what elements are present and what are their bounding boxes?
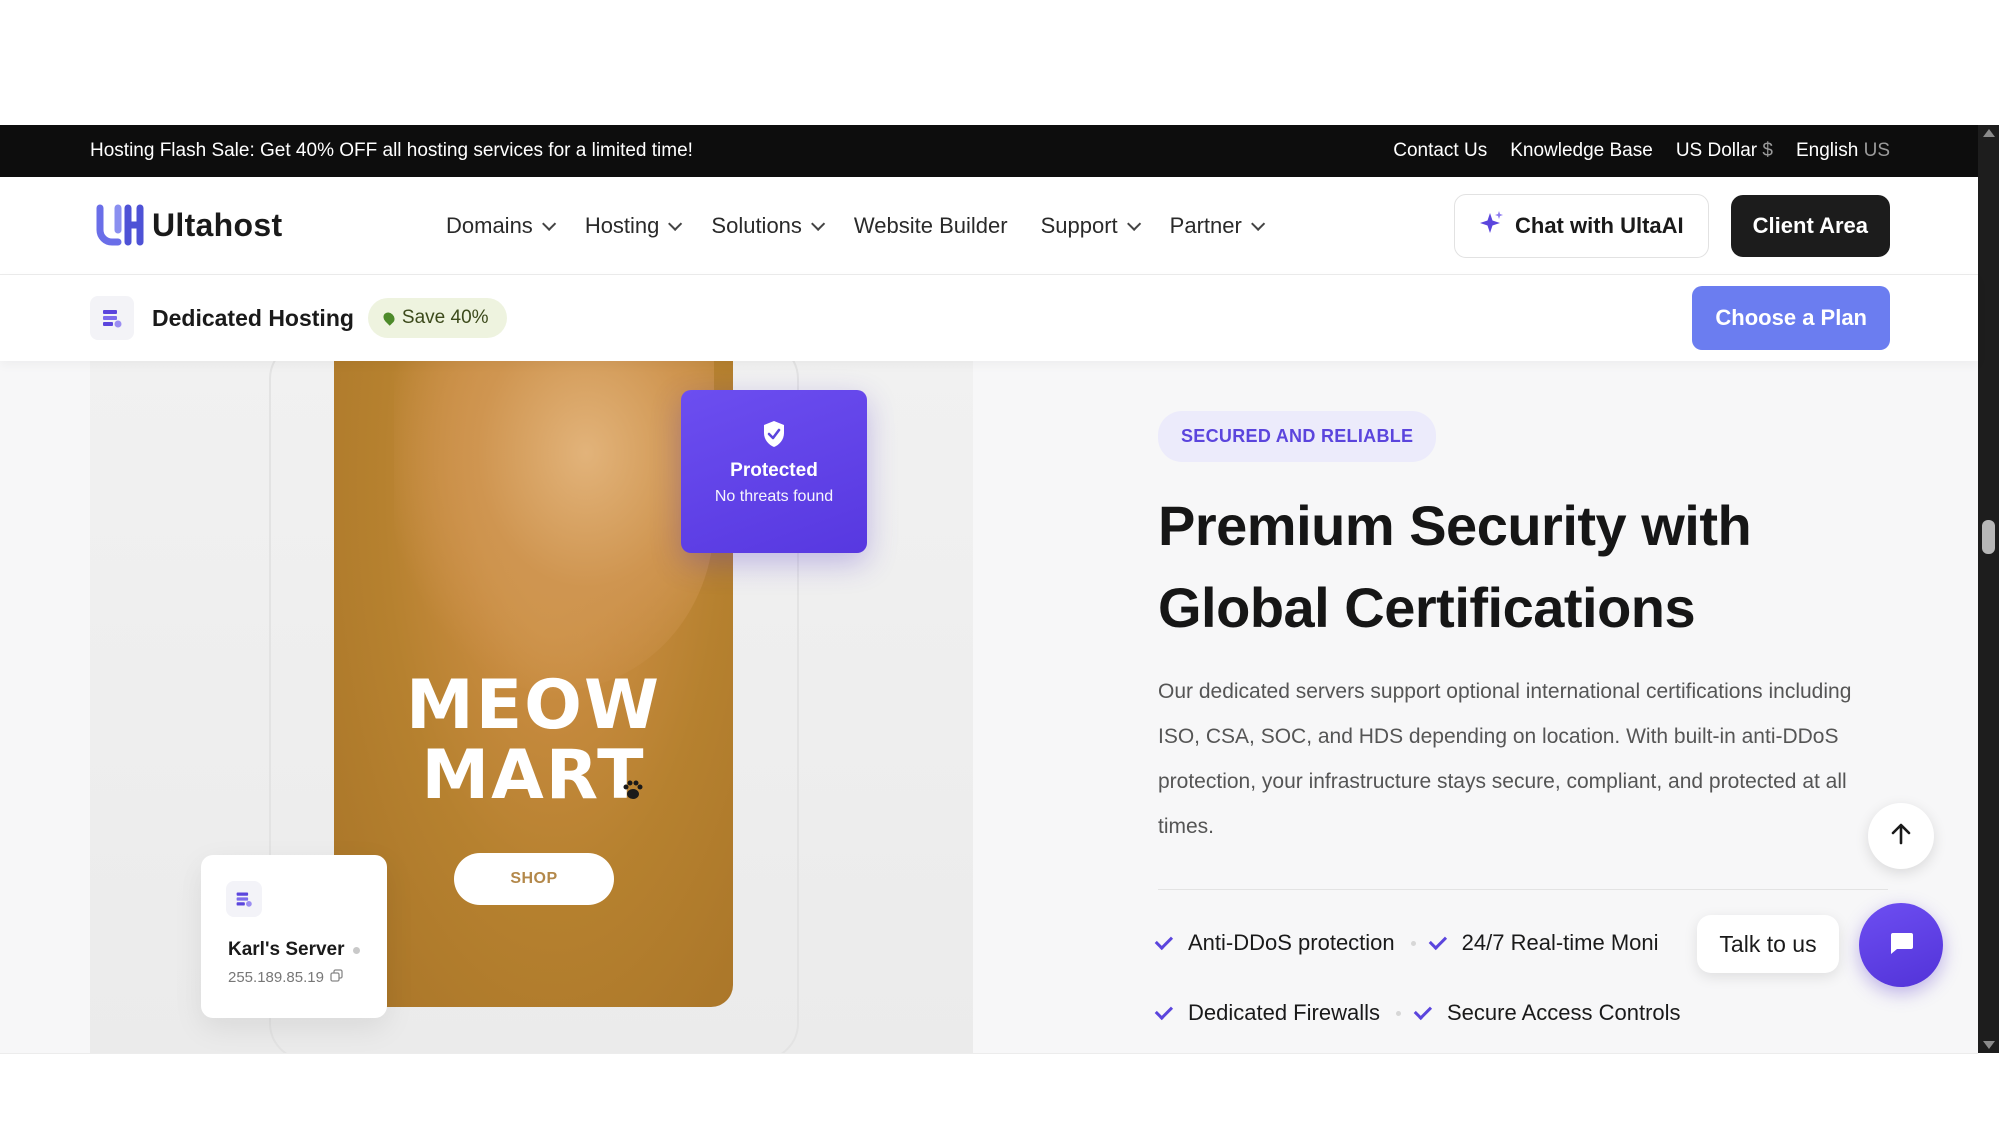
- check-icon: [1154, 1001, 1174, 1021]
- chevron-down-icon: [668, 216, 683, 231]
- location-pin-icon: [381, 310, 397, 326]
- shop-button: SHOP: [454, 853, 614, 905]
- chevron-down-icon: [810, 216, 826, 231]
- flash-sale-bar: Hosting Flash Sale: Get 40% OFF all host…: [0, 125, 1978, 177]
- store-mockup-image: MEOW MART SHOP: [334, 361, 733, 1007]
- knowledge-base-link[interactable]: Knowledge Base: [1510, 140, 1653, 162]
- chat-with-ultaai-button[interactable]: Chat with UltaAI: [1454, 193, 1709, 258]
- server-ip-value: 255.189.85.19: [228, 969, 324, 986]
- nav-item-website-builder[interactable]: Website Builder: [854, 213, 1008, 239]
- ultahost-logo-icon: [96, 204, 148, 248]
- feature-item: 24/7 Real-time Moni: [1428, 930, 1659, 956]
- paw-icon: [619, 776, 647, 811]
- utility-links: Contact Us Knowledge Base US Dollar $ En…: [1393, 140, 1890, 162]
- server-name: Karl's Server: [228, 939, 387, 961]
- check-icon: [1154, 931, 1174, 951]
- flash-sale-text[interactable]: Hosting Flash Sale: Get 40% OFF all host…: [90, 140, 693, 162]
- top-blank-area: [0, 0, 1978, 125]
- scroll-down-arrow-icon[interactable]: [1983, 1041, 1995, 1049]
- nav-label: Domains: [446, 212, 533, 238]
- main-menu: Domains Hosting Solutions Website Builde…: [446, 212, 1266, 239]
- logo[interactable]: Ultahost: [96, 204, 446, 248]
- shield-check-icon: [762, 420, 786, 448]
- chat-button-label: Chat with UltaAI: [1515, 212, 1684, 238]
- separator-dot: [1410, 940, 1416, 946]
- chat-bubble-icon: [1885, 927, 1917, 964]
- feature-item: Secure Access Controls: [1413, 1000, 1681, 1026]
- nav-actions: Chat with UltaAI Client Area: [1454, 193, 1890, 258]
- sparkle-icon: [1479, 210, 1505, 242]
- feature-label: Secure Access Controls: [1446, 1000, 1681, 1025]
- server-ip: 255.189.85.19: [228, 969, 387, 986]
- server-name-label: Karl's Server: [228, 939, 345, 960]
- feature-label: Anti-DDoS protection: [1188, 930, 1395, 955]
- nav-label: Partner: [1169, 212, 1242, 238]
- nav-item-domains[interactable]: Domains: [446, 212, 557, 239]
- language-code: US: [1863, 140, 1890, 161]
- section-headline: Premium Security with Global Certificati…: [1158, 494, 1752, 639]
- chat-launcher-button[interactable]: [1859, 903, 1943, 987]
- store-name: MEOW MART: [406, 666, 661, 815]
- copy-icon[interactable]: [330, 969, 343, 986]
- scrollbar-thumb[interactable]: [1982, 520, 1995, 554]
- status-dot: [352, 946, 360, 954]
- feature-row: Dedicated Firewalls Secure Access Contro…: [1154, 1000, 1898, 1026]
- security-section: MEOW MART SHOP Protected No threats foun…: [0, 361, 1978, 1053]
- protected-title: Protected: [730, 460, 818, 481]
- feature-item: Dedicated Firewalls: [1154, 1000, 1380, 1026]
- divider: [1158, 889, 1888, 890]
- nav-item-hosting[interactable]: Hosting: [584, 212, 683, 239]
- contact-us-link[interactable]: Contact Us: [1393, 140, 1487, 162]
- talk-to-us-bubble[interactable]: Talk to us: [1697, 915, 1839, 973]
- server-card: Karl's Server 255.189.85.19: [201, 855, 387, 1018]
- check-icon: [1413, 1001, 1433, 1021]
- page-scrollbar[interactable]: [1978, 125, 1999, 1053]
- nav-label: Solutions: [711, 212, 802, 238]
- chevron-down-icon: [1126, 216, 1141, 231]
- currency-symbol: $: [1762, 140, 1773, 161]
- nav-item-partner[interactable]: Partner: [1169, 212, 1266, 239]
- client-area-button[interactable]: Client Area: [1730, 194, 1890, 257]
- cat-image: [394, 361, 714, 691]
- currency-label: US Dollar: [1675, 140, 1758, 161]
- check-icon: [1428, 931, 1447, 951]
- save-badge-label: Save 40%: [401, 307, 489, 328]
- chevron-down-icon: [1250, 216, 1266, 231]
- protected-card: Protected No threats found: [681, 390, 867, 553]
- product-subnav: Dedicated Hosting Save 40% Choose a Plan: [0, 275, 1978, 361]
- server-icon: [90, 296, 134, 340]
- subnav-title: Dedicated Hosting: [152, 304, 354, 331]
- server-icon: [226, 881, 262, 917]
- chevron-down-icon: [541, 216, 557, 231]
- protected-subtitle: No threats found: [714, 488, 834, 505]
- separator-dot: [1395, 1010, 1401, 1016]
- section-eyebrow: SECURED AND RELIABLE: [1158, 411, 1437, 462]
- nav-label: Hosting: [584, 212, 660, 238]
- feature-item: Anti-DDoS protection: [1154, 930, 1395, 956]
- language-label: English: [1795, 140, 1859, 161]
- nav-item-solutions[interactable]: Solutions: [711, 212, 826, 239]
- security-visual: MEOW MART SHOP Protected No threats foun…: [90, 361, 973, 1053]
- feature-label: Dedicated Firewalls: [1188, 1000, 1380, 1025]
- language-selector[interactable]: English US: [1796, 140, 1890, 162]
- section-description: Our dedicated servers support optional i…: [1158, 680, 1852, 838]
- nav-item-support[interactable]: Support: [1040, 212, 1141, 239]
- arrow-up-icon: [1888, 821, 1914, 852]
- feature-label: 24/7 Real-time Moni: [1461, 930, 1659, 955]
- currency-selector[interactable]: US Dollar $: [1676, 140, 1773, 162]
- logo-text: Ultahost: [152, 207, 283, 243]
- scroll-to-top-button[interactable]: [1868, 803, 1934, 869]
- main-navigation: Ultahost Domains Hosting Solutions Websi…: [0, 177, 1978, 275]
- save-badge: Save 40%: [367, 298, 507, 338]
- scroll-up-arrow-icon[interactable]: [1983, 129, 1995, 137]
- bottom-blank-area: [0, 1053, 1978, 1125]
- nav-label: Website Builder: [853, 212, 1008, 238]
- nav-label: Support: [1040, 212, 1118, 238]
- choose-plan-button[interactable]: Choose a Plan: [1692, 286, 1890, 350]
